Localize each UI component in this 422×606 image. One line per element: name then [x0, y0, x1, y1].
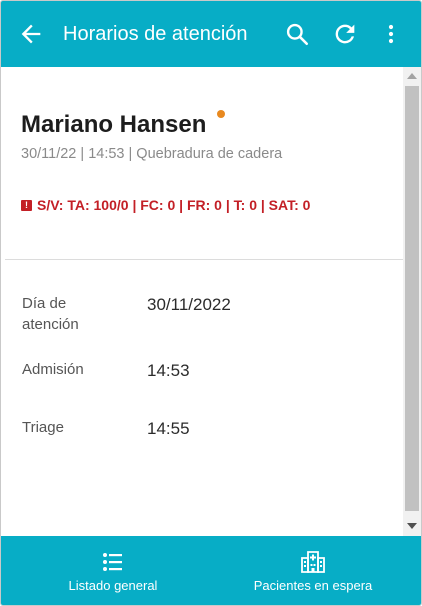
status-dot	[217, 110, 225, 118]
row-value-triage: 14:55	[147, 419, 190, 438]
scroll-thumb[interactable]	[405, 86, 419, 511]
row-value-dia: 30/11/2022	[147, 295, 231, 314]
arrow-back-icon[interactable]	[17, 20, 45, 48]
bottom-nav: Listado general Pacientes en espera	[1, 536, 421, 605]
content-area: Mariano Hansen 30/11/22 | 14:53 | Quebra…	[1, 67, 403, 536]
row-value-admision: 14:53	[147, 361, 190, 380]
patient-name: Mariano Hansen	[21, 111, 207, 138]
alert-icon: !	[21, 199, 32, 211]
scrollbar[interactable]	[403, 67, 421, 536]
hospital-icon	[300, 550, 326, 574]
nav-pacientes-en-espera[interactable]: Pacientes en espera	[219, 536, 407, 605]
vitals-text: S/V: TA: 100/0 | FC: 0 | FR: 0 | T: 0 | …	[37, 197, 311, 213]
scroll-down-arrow-icon[interactable]	[407, 523, 417, 529]
app-window: Horarios de atención Mariano Hansen 30/1…	[0, 0, 422, 606]
row-label-dia: Día de atención	[22, 295, 79, 333]
top-app-bar: Horarios de atención	[1, 1, 421, 67]
nav-label: Pacientes en espera	[253, 578, 373, 593]
patient-meta: 30/11/22 | 14:53 | Quebradura de cadera	[21, 146, 283, 162]
search-icon[interactable]	[284, 21, 310, 47]
nav-label: Listado general	[68, 578, 158, 593]
scroll-up-arrow-icon[interactable]	[407, 73, 417, 79]
more-vert-icon[interactable]	[379, 21, 403, 47]
page-title: Horarios de atención	[63, 23, 248, 45]
divider	[5, 259, 403, 260]
refresh-icon[interactable]	[331, 20, 359, 48]
row-label-triage: Triage	[22, 419, 64, 436]
vitals-alert: ! S/V: TA: 100/0 | FC: 0 | FR: 0 | T: 0 …	[21, 196, 310, 214]
nav-listado-general[interactable]: Listado general	[19, 536, 207, 605]
list-icon	[100, 550, 126, 574]
row-label-admision: Admisión	[22, 361, 84, 378]
